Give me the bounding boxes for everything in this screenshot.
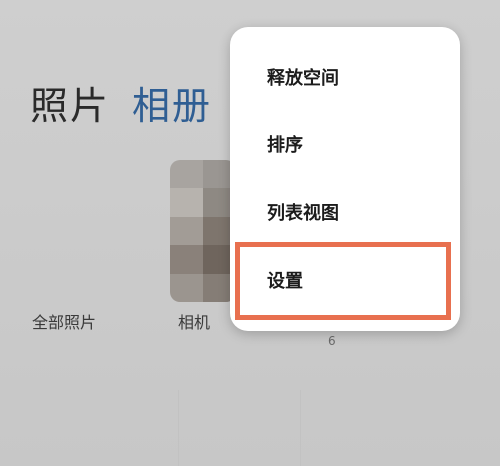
tab-photos[interactable]: 照片: [30, 82, 110, 130]
tab-albums[interactable]: 相册: [132, 82, 212, 130]
album-label-all-photos[interactable]: 全部照片: [32, 309, 96, 333]
menu-item-sort[interactable]: 排序: [267, 134, 303, 158]
menu-item-list-view[interactable]: 列表视图: [267, 202, 339, 226]
menu-item-free-up-space[interactable]: 释放空间: [267, 67, 339, 91]
album-label-camera[interactable]: 相机: [178, 309, 210, 333]
camera-album-thumbnail[interactable]: [170, 160, 236, 302]
album-count: 6: [328, 334, 336, 348]
divider: [300, 390, 301, 466]
settings-highlight-box: [235, 242, 451, 320]
divider: [178, 390, 179, 466]
